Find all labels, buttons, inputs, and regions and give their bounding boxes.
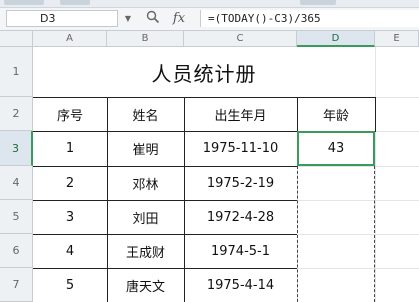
select-all-corner[interactable] xyxy=(0,31,33,47)
row-header-5[interactable]: 5 xyxy=(0,200,33,234)
toolbar-strip xyxy=(0,0,419,8)
row-header-6[interactable]: 6 xyxy=(0,234,33,268)
cell-seq[interactable]: 5 xyxy=(33,268,107,302)
cell-seq[interactable]: 4 xyxy=(33,234,107,268)
cell-seq[interactable]: 1 xyxy=(33,131,107,166)
cell-birth[interactable]: 1975-2-19 xyxy=(184,166,297,200)
column-header-d[interactable]: D xyxy=(297,31,375,47)
cell-name[interactable]: 王成财 xyxy=(107,234,184,268)
column-header-b[interactable]: B xyxy=(107,31,184,47)
magnifier-icon[interactable] xyxy=(144,10,162,28)
toolbar-fragment xyxy=(4,0,44,5)
sheet-title[interactable]: 人员统计册 xyxy=(33,47,375,97)
cell-birth[interactable]: 1975-4-14 xyxy=(184,268,297,302)
copy-marquee xyxy=(297,166,375,302)
cell-name[interactable]: 邓林 xyxy=(107,166,184,200)
cell-birth[interactable]: 1972-4-28 xyxy=(184,200,297,234)
cell-name[interactable]: 崔明 xyxy=(107,131,184,166)
cell-name[interactable]: 唐天文 xyxy=(107,268,184,302)
column-header-a[interactable]: A xyxy=(33,31,107,47)
table-border xyxy=(375,97,376,132)
cell-birth[interactable]: 1974-5-1 xyxy=(184,234,297,268)
row-header-3[interactable]: 3 xyxy=(0,131,33,166)
fx-button[interactable]: fx xyxy=(170,10,188,28)
row-header-2[interactable]: 2 xyxy=(0,97,33,131)
formula-input[interactable]: =(TODAY()-C3)/365 xyxy=(200,10,419,27)
row-header-1[interactable]: 1 xyxy=(0,47,33,97)
header-birth[interactable]: 出生年月 xyxy=(184,97,297,131)
row-header-7[interactable]: 7 xyxy=(0,268,33,302)
column-header-c[interactable]: C xyxy=(184,31,297,47)
gridline xyxy=(375,47,376,302)
cell-seq[interactable]: 2 xyxy=(33,166,107,200)
toolbar-fragment xyxy=(300,0,336,5)
magnifier-icon-svg xyxy=(146,10,160,24)
cell-name[interactable]: 刘田 xyxy=(107,200,184,234)
cell-birth[interactable]: 1975-11-10 xyxy=(184,131,297,166)
chevron-down-icon[interactable]: ▼ xyxy=(122,12,134,26)
formula-bar: D3 ▼ fx =(TODAY()-C3)/365 xyxy=(0,8,419,31)
cell-seq[interactable]: 3 xyxy=(33,200,107,234)
row-header-4[interactable]: 4 xyxy=(0,166,33,200)
toolbar-fragment xyxy=(60,0,90,5)
header-seq[interactable]: 序号 xyxy=(33,97,107,131)
column-header-e[interactable]: E xyxy=(375,31,419,47)
header-age[interactable]: 年龄 xyxy=(297,97,375,131)
active-cell-highlight[interactable] xyxy=(297,131,375,166)
name-box[interactable]: D3 xyxy=(6,10,118,27)
header-name[interactable]: 姓名 xyxy=(107,97,184,131)
